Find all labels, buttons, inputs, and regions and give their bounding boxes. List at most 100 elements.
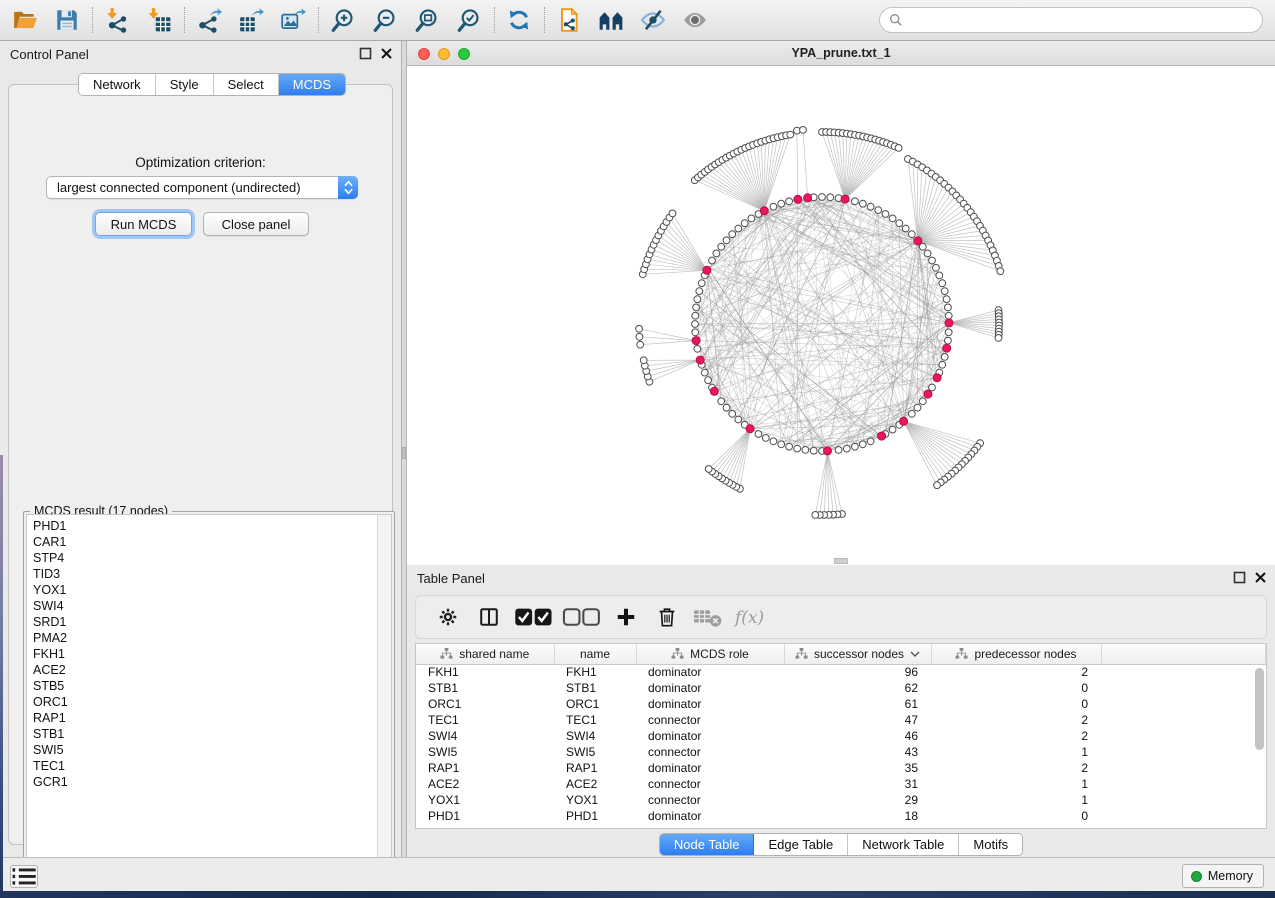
column-header-name[interactable]: name [554,644,636,664]
graph-node[interactable] [692,312,699,319]
graph-hub-node[interactable] [900,417,908,425]
float-table-panel-icon[interactable] [1233,571,1246,584]
table-cell[interactable]: connector [636,744,784,760]
network-graph[interactable] [407,66,1275,562]
import-table-button[interactable] [142,3,176,37]
horizontal-splitter-grip[interactable] [834,558,848,564]
mcds-result-item[interactable]: CAR1 [33,534,391,550]
table-cell[interactable]: FKH1 [554,664,636,680]
graph-node[interactable] [778,200,785,207]
graph-hub-node[interactable] [760,207,768,215]
graph-node[interactable] [936,272,943,279]
table-cell[interactable]: 18 [784,808,931,824]
table-cell[interactable]: TEC1 [416,712,554,728]
table-cell[interactable]: RAP1 [416,760,554,776]
graph-hub-node[interactable] [703,266,711,274]
table-cell[interactable]: STB1 [554,680,636,696]
mcds-result-item[interactable]: GCR1 [33,774,391,790]
tab-motifs[interactable]: Motifs [959,834,1022,855]
zoom-selected-button[interactable] [452,3,486,37]
table-row[interactable]: STB1STB1dominator620 [416,680,1266,696]
graph-node[interactable] [867,203,874,210]
float-panel-icon[interactable] [359,47,372,60]
graph-node[interactable] [929,384,936,391]
graph-hub-node[interactable] [824,447,832,455]
table-cell[interactable]: connector [636,776,784,792]
table-cell[interactable]: ORC1 [416,696,554,712]
graph-node[interactable] [729,410,736,417]
table-cell[interactable]: connector [636,792,784,808]
open-session-button[interactable] [8,3,42,37]
minimize-window-icon[interactable] [438,48,450,60]
table-cell[interactable]: dominator [636,680,784,696]
graph-node[interactable] [867,438,874,445]
graph-node[interactable] [943,296,950,303]
graph-node[interactable] [705,377,712,384]
graph-hub-node[interactable] [692,337,700,345]
graph-node[interactable] [902,225,909,232]
graph-node[interactable] [770,438,777,445]
table-row[interactable]: FKH1FKH1dominator962 [416,664,1266,680]
graph-hub-node[interactable] [794,195,802,203]
graph-node[interactable] [919,398,926,405]
graph-node[interactable] [692,321,699,328]
graph-node[interactable] [778,441,785,448]
table-row[interactable]: YOX1YOX1connector291 [416,792,1266,808]
close-panel-icon[interactable] [380,47,393,60]
close-table-panel-icon[interactable] [1254,571,1267,584]
create-column-button[interactable] [610,601,642,633]
table-cell[interactable]: dominator [636,696,784,712]
graph-hub-node[interactable] [933,374,941,382]
table-cell[interactable]: 0 [931,808,1101,824]
search-input[interactable] [903,10,1262,30]
graph-hub-node[interactable] [924,390,932,398]
table-scrollbar-thumb[interactable] [1255,668,1264,750]
graph-node[interactable] [934,482,941,489]
close-panel-button[interactable]: Close panel [203,212,309,236]
export-webpage-button[interactable] [552,3,586,37]
table-cell[interactable]: RAP1 [554,760,636,776]
graph-node[interactable] [889,426,896,433]
table-cell[interactable]: 43 [784,744,931,760]
memory-button[interactable]: Memory [1182,864,1264,888]
table-cell[interactable]: 35 [784,760,931,776]
graph-node[interactable] [735,225,742,232]
zoom-out-button[interactable] [368,3,402,37]
graph-node[interactable] [941,354,948,361]
graph-node[interactable] [787,131,794,138]
graph-hub-node[interactable] [943,344,951,352]
table-cell[interactable]: 1 [931,792,1101,808]
graph-node[interactable] [812,512,819,519]
graph-node[interactable] [701,369,708,376]
graph-node[interactable] [729,231,736,238]
table-cell[interactable]: 61 [784,696,931,712]
graph-hub-node[interactable] [696,356,704,364]
table-row[interactable]: PHD1PHD1dominator180 [416,808,1266,824]
import-network-button[interactable] [100,3,134,37]
graph-hub-node[interactable] [878,432,886,440]
graph-node[interactable] [882,211,889,218]
table-cell[interactable]: 96 [784,664,931,680]
table-cell[interactable]: ACE2 [416,776,554,792]
graph-node[interactable] [852,443,859,450]
export-network-button[interactable] [192,3,226,37]
graph-node[interactable] [810,447,817,454]
close-window-icon[interactable] [418,48,430,60]
mcds-result-item[interactable]: PHD1 [33,518,391,534]
show-column-button[interactable] [473,601,505,633]
mcds-result-item[interactable]: RAP1 [33,710,391,726]
table-cell[interactable]: TEC1 [554,712,636,728]
table-cell[interactable]: PHD1 [554,808,636,824]
table-cell[interactable]: SWI5 [416,744,554,760]
delete-columns-button[interactable] [651,601,683,633]
table-cell[interactable]: 2 [931,728,1101,744]
apply-layout-button[interactable] [502,3,536,37]
table-cell[interactable]: 0 [931,680,1101,696]
graph-node[interactable] [924,250,931,257]
graph-node[interactable] [748,215,755,222]
graph-node[interactable] [770,203,777,210]
graph-node[interactable] [705,466,712,473]
maximize-window-icon[interactable] [458,48,470,60]
graph-node[interactable] [800,127,807,134]
graph-node[interactable] [859,441,866,448]
